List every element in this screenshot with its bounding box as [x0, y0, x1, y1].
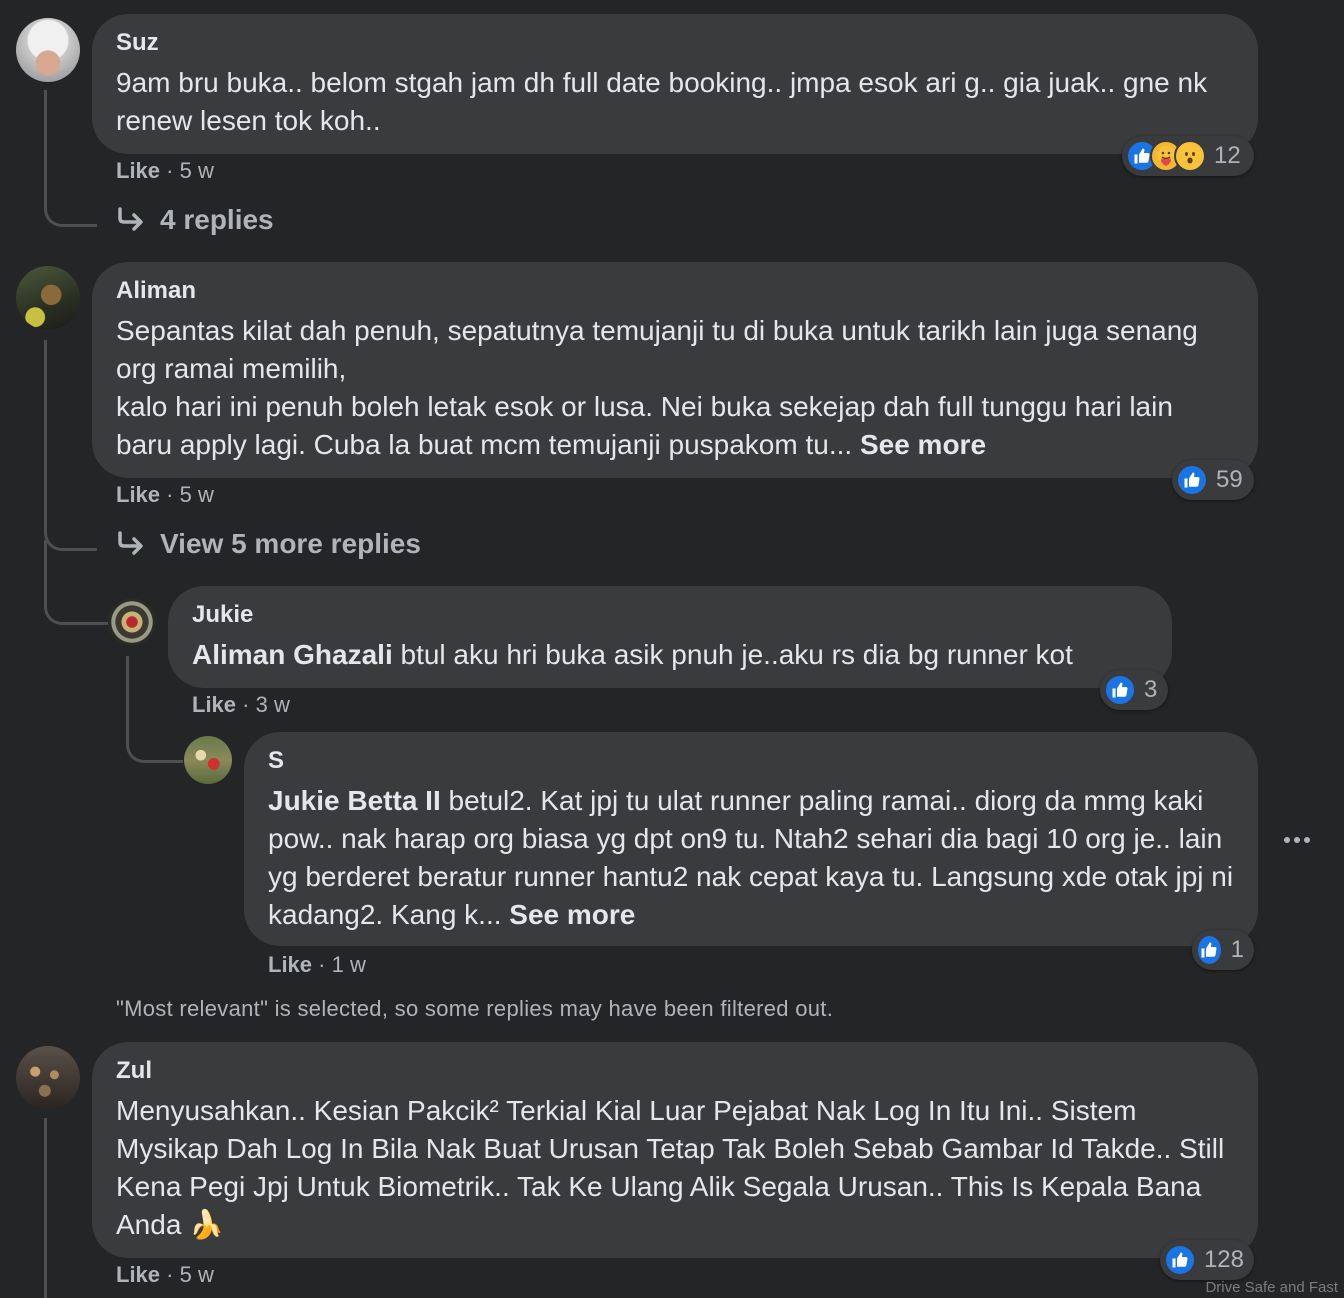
avatar[interactable]: [108, 598, 156, 646]
like-icon: [1176, 464, 1208, 496]
more-options-icon[interactable]: [1280, 828, 1314, 852]
see-more-link[interactable]: See more: [509, 899, 635, 930]
mention-tag[interactable]: Jukie Betta II: [268, 785, 441, 816]
reaction-count: 3: [1144, 676, 1158, 703]
timestamp[interactable]: 1 w: [332, 952, 366, 977]
reply-text: btul aku hri buka asik pnuh je..aku rs d…: [392, 639, 1073, 670]
comment-meta: Like · 5 w: [116, 158, 214, 184]
replies-label[interactable]: View 5 more replies: [160, 528, 421, 560]
like-icon: [1164, 1244, 1196, 1276]
meta-separator: ·: [166, 158, 180, 183]
comment-author[interactable]: Aliman: [116, 276, 1234, 306]
reaction-count: 128: [1203, 1246, 1244, 1273]
meta-separator: ·: [166, 1262, 180, 1287]
like-icon: [1104, 674, 1136, 706]
view-replies-link[interactable]: 4 replies: [116, 204, 274, 236]
like-button[interactable]: Like: [192, 692, 236, 717]
like-button[interactable]: Like: [268, 952, 312, 977]
reaction-summary[interactable]: 1: [1192, 930, 1254, 970]
like-button[interactable]: Like: [116, 1262, 160, 1287]
replies-label[interactable]: 4 replies: [160, 204, 274, 236]
meta-separator: ·: [242, 692, 256, 717]
view-more-replies-link[interactable]: View 5 more replies: [116, 528, 421, 560]
thread-line: [44, 540, 109, 625]
banana-emoji: 🍌: [189, 1209, 225, 1240]
comment-meta: Like · 5 w: [116, 1262, 214, 1288]
comment-text-wrap: Menyusahkan.. Kesian Pakcik² Terkial Kia…: [116, 1092, 1234, 1244]
like-button[interactable]: Like: [116, 482, 160, 507]
reply-author[interactable]: Jukie: [192, 600, 1148, 630]
avatar[interactable]: [16, 266, 80, 330]
reaction-summary[interactable]: 3: [1100, 670, 1168, 710]
timestamp[interactable]: 5 w: [180, 482, 214, 507]
thread-line: [44, 90, 97, 227]
reply-text-wrap: Aliman Ghazali btul aku hri buka asik pn…: [192, 636, 1148, 674]
thread-line: [44, 340, 97, 551]
reply-author[interactable]: S: [268, 746, 1234, 776]
comment-author[interactable]: Suz: [116, 28, 1234, 58]
wow-icon: [1174, 140, 1206, 172]
comment-bubble: Suz 9am bru buka.. belom stgah jam dh fu…: [92, 14, 1258, 154]
comment-text: Menyusahkan.. Kesian Pakcik² Terkial Kia…: [116, 1095, 1225, 1240]
reaction-count: 12: [1214, 142, 1241, 169]
timestamp[interactable]: 5 w: [180, 1262, 214, 1287]
comment-bubble: Aliman Sepantas kilat dah penuh, sepatut…: [92, 262, 1258, 478]
reaction-summary[interactable]: 128: [1160, 1240, 1254, 1280]
reply-text-wrap: Jukie Betta II betul2. Kat jpj tu ulat r…: [268, 782, 1234, 934]
avatar[interactable]: [16, 1046, 80, 1110]
like-icon: [1196, 934, 1223, 966]
comment-text-wrap: Sepantas kilat dah penuh, sepatutnya tem…: [116, 312, 1234, 464]
timestamp[interactable]: 5 w: [180, 158, 214, 183]
meta-separator: ·: [166, 482, 180, 507]
watermark: Drive Safe and Fast: [1205, 1279, 1338, 1296]
avatar[interactable]: [16, 18, 80, 82]
thread-line: [44, 1118, 47, 1298]
comment-author[interactable]: Zul: [116, 1056, 1234, 1086]
reaction-summary[interactable]: 59: [1172, 460, 1254, 500]
reaction-count: 1: [1230, 936, 1244, 963]
comment-text: Sepantas kilat dah penuh, sepatutnya tem…: [116, 315, 1198, 460]
reply-arrow-icon: [118, 531, 143, 555]
mention-tag[interactable]: Aliman Ghazali: [192, 639, 393, 670]
reply-bubble: Jukie Aliman Ghazali btul aku hri buka a…: [168, 586, 1172, 688]
reply-arrow-icon: [118, 207, 143, 231]
comment-meta: Like · 5 w: [116, 482, 214, 508]
timestamp[interactable]: 3 w: [256, 692, 290, 717]
reply-bubble: S Jukie Betta II betul2. Kat jpj tu ulat…: [244, 732, 1258, 946]
like-button[interactable]: Like: [116, 158, 160, 183]
reply-meta: Like · 1 w: [268, 952, 366, 978]
avatar[interactable]: [184, 736, 232, 784]
reply-meta: Like · 3 w: [192, 692, 290, 718]
meta-separator: ·: [318, 952, 332, 977]
comment-text: 9am bru buka.. belom stgah jam dh full d…: [116, 67, 1208, 136]
reaction-summary[interactable]: 12: [1122, 136, 1254, 176]
see-more-link[interactable]: See more: [860, 429, 986, 460]
comment-bubble: Zul Menyusahkan.. Kesian Pakcik² Terkial…: [92, 1042, 1258, 1258]
filter-notice: "Most relevant" is selected, so some rep…: [116, 996, 834, 1021]
reaction-count: 59: [1216, 466, 1243, 493]
